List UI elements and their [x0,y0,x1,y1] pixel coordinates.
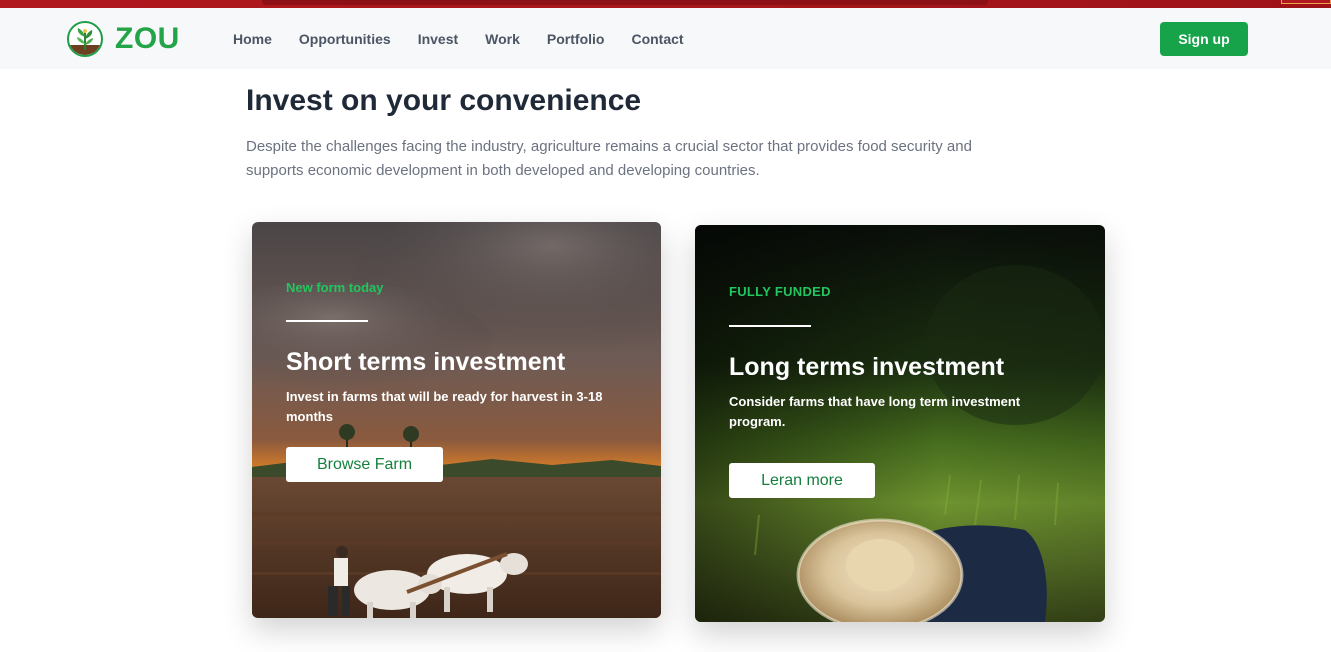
learn-more-button[interactable]: Leran more [729,463,875,498]
nav-link-portfolio[interactable]: Portfolio [547,31,605,47]
main-nav: Home Opportunities Invest Work Portfolio… [233,8,711,69]
long-term-card-content: FULLY FUNDED Long terms investment Consi… [729,284,1065,498]
nav-link-contact[interactable]: Contact [631,31,683,47]
short-term-card: New form today Short terms investment In… [252,222,661,618]
nav-link-home[interactable]: Home [233,31,272,47]
nav-link-opportunities[interactable]: Opportunities [299,31,391,47]
card-eyebrow: New form today [286,280,384,295]
logo[interactable]: ZOU [67,21,180,57]
navbar: ZOU Home Opportunities Invest Work Portf… [0,8,1331,69]
card-divider [729,325,811,327]
card-title: Long terms investment [729,353,1005,381]
top-strip [0,0,1331,8]
long-term-card: FULLY FUNDED Long terms investment Consi… [695,225,1105,622]
nav-link-invest[interactable]: Invest [418,31,458,47]
card-divider [286,320,368,322]
page-intro: Despite the challenges facing the indust… [246,138,972,179]
nav-link-work[interactable]: Work [485,31,520,47]
page-title: Invest on your convenience [246,84,642,117]
short-term-card-content: New form today Short terms investment In… [286,280,621,482]
card-description: Invest in farms that will be ready for h… [286,389,603,424]
card-eyebrow: FULLY FUNDED [729,284,831,299]
top-strip-inner [262,0,988,5]
logo-plant-icon [67,21,103,57]
browse-farm-button[interactable]: Browse Farm [286,447,443,482]
signup-button[interactable]: Sign up [1160,22,1248,56]
card-description: Consider farms that have long term inves… [729,394,1021,429]
top-strip-corner [1281,0,1331,4]
brand-name: ZOU [115,22,180,55]
card-title: Short terms investment [286,348,566,376]
